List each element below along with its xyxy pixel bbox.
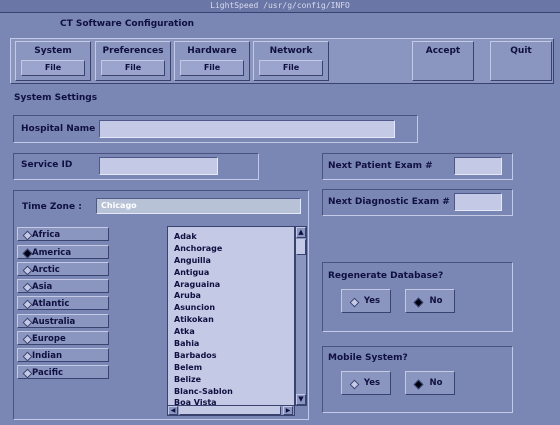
list-item[interactable]: Barbados	[168, 350, 294, 362]
region-asia-radio[interactable]: Asia	[17, 279, 109, 293]
scroll-down-icon[interactable]: ▼	[296, 394, 306, 405]
list-item[interactable]: Araguaina	[168, 279, 294, 291]
next-patient-exam-label: Next Patient Exam #	[328, 161, 433, 171]
preferences-file-button[interactable]: File	[101, 60, 165, 76]
next-diagnostic-exam-field[interactable]	[454, 193, 502, 211]
yes-label: Yes	[363, 296, 381, 306]
radio-icon	[22, 368, 33, 379]
radio-icon	[22, 351, 33, 362]
radio-icon	[349, 379, 360, 390]
hardware-file-button[interactable]: File	[180, 60, 244, 76]
list-item[interactable]: Atikokan	[168, 314, 294, 326]
region-label: Pacific	[32, 368, 64, 378]
list-item[interactable]: Anguilla	[168, 255, 294, 267]
hardware-menu-label: Hardware	[187, 46, 237, 56]
service-id-label: Service ID	[21, 160, 73, 170]
region-label: Arctic	[32, 265, 60, 275]
region-arctic-radio[interactable]: Arctic	[17, 262, 109, 276]
network-menu-button[interactable]: Network File	[253, 41, 329, 81]
preferences-menu-button[interactable]: Preferences File	[95, 41, 171, 81]
list-item[interactable]: Aruba	[168, 290, 294, 302]
no-label: No	[429, 378, 443, 388]
region-indian-radio[interactable]: Indian	[17, 348, 109, 362]
list-item[interactable]: Blanc-Sablon	[168, 386, 294, 398]
app-title: CT Software Configuration	[60, 19, 195, 29]
list-item[interactable]: Asuncion	[168, 302, 294, 314]
section-title: System Settings	[14, 93, 98, 103]
system-menu-button[interactable]: System File	[15, 41, 91, 81]
quit-button[interactable]: Quit	[490, 41, 552, 81]
radio-selected-icon	[413, 379, 424, 390]
system-menu-label: System	[34, 46, 72, 56]
radio-icon	[22, 230, 33, 241]
region-label: America	[32, 248, 72, 258]
service-id-field[interactable]	[99, 157, 218, 175]
time-zone-field[interactable]: Chicago	[96, 198, 301, 214]
region-pacific-radio[interactable]: Pacific	[17, 365, 109, 379]
scroll-right-icon[interactable]: ▶	[283, 406, 293, 415]
region-label: Africa	[32, 230, 61, 240]
hardware-menu-button[interactable]: Hardware File	[174, 41, 250, 81]
region-america-radio[interactable]: America	[17, 245, 109, 259]
list-item[interactable]: Belem	[168, 362, 294, 374]
region-label: Atlantic	[32, 299, 70, 309]
time-zone-list[interactable]: Adak Anchorage Anguilla Antigua Araguain…	[167, 226, 295, 406]
time-zone-label: Time Zone :	[22, 202, 82, 212]
hospital-name-field[interactable]	[99, 120, 395, 138]
mobile-no-radio[interactable]: No	[405, 371, 455, 395]
regenerate-yes-radio[interactable]: Yes	[341, 289, 391, 313]
mobile-yes-radio[interactable]: Yes	[341, 371, 391, 395]
list-item[interactable]: Belize	[168, 374, 294, 386]
system-file-button[interactable]: File	[21, 60, 85, 76]
region-label: Europe	[32, 334, 66, 344]
hospital-name-label: Hospital Name	[21, 124, 96, 134]
no-label: No	[429, 296, 443, 306]
region-australia-radio[interactable]: Australia	[17, 314, 109, 328]
scroll-thumb[interactable]	[296, 239, 306, 255]
scroll-left-icon[interactable]: ◀	[168, 406, 178, 415]
list-item[interactable]: Bahia	[168, 338, 294, 350]
list-item[interactable]: Antigua	[168, 267, 294, 279]
regenerate-database-label: Regenerate Database?	[328, 271, 444, 281]
radio-icon	[22, 265, 33, 276]
yes-label: Yes	[363, 378, 381, 388]
radio-icon	[349, 297, 360, 308]
radio-icon	[22, 299, 33, 310]
radio-icon	[22, 282, 33, 293]
mobile-system-label: Mobile System?	[328, 353, 408, 363]
list-item[interactable]: Atka	[168, 326, 294, 338]
region-africa-radio[interactable]: Africa	[17, 227, 109, 241]
radio-icon	[22, 334, 33, 345]
accept-button[interactable]: Accept	[412, 41, 474, 81]
scroll-up-icon[interactable]: ▲	[296, 227, 306, 238]
preferences-menu-label: Preferences	[102, 46, 164, 56]
horizontal-scroll-thumb[interactable]	[179, 406, 281, 415]
list-item[interactable]: Adak	[168, 231, 294, 243]
network-file-button[interactable]: File	[259, 60, 323, 76]
region-label: Indian	[32, 351, 62, 361]
region-atlantic-radio[interactable]: Atlantic	[17, 296, 109, 310]
radio-selected-icon	[22, 248, 33, 259]
regenerate-no-radio[interactable]: No	[405, 289, 455, 313]
next-patient-exam-field[interactable]	[454, 157, 502, 175]
radio-icon	[22, 317, 33, 328]
region-label: Asia	[32, 282, 53, 292]
region-label: Australia	[32, 317, 76, 327]
accept-label: Accept	[425, 46, 461, 56]
window-title-bar[interactable]: LightSpeed /usr/g/config/INFO	[0, 0, 560, 13]
quit-label: Quit	[510, 46, 532, 56]
next-diagnostic-exam-label: Next Diagnostic Exam #	[328, 197, 450, 207]
radio-selected-icon	[413, 297, 424, 308]
region-europe-radio[interactable]: Europe	[17, 331, 109, 345]
list-item[interactable]: Anchorage	[168, 243, 294, 255]
network-menu-label: Network	[269, 46, 313, 56]
